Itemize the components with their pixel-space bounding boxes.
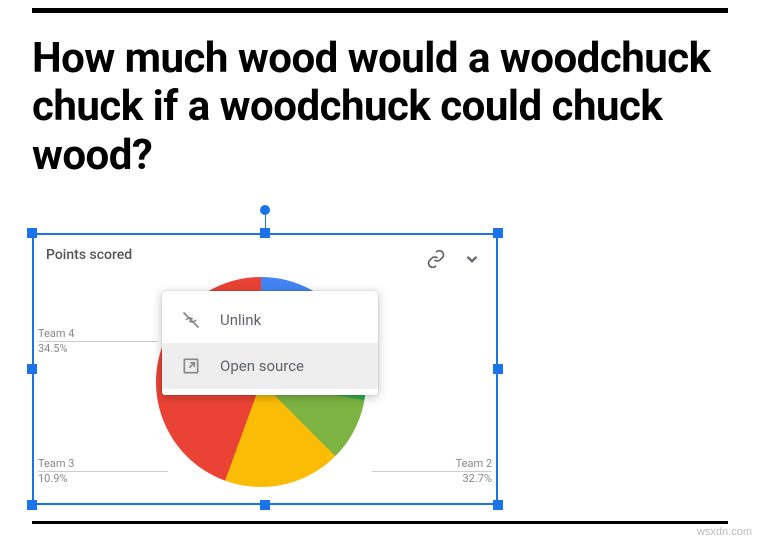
chart-body: Points scored Team 4 34.5% Team 3 — [36, 237, 494, 501]
pie-label-team2-pct: 32.7% — [462, 472, 492, 485]
watermark: wsxdn.com — [697, 526, 752, 538]
pie-label-team2: Team 2 32.7% — [372, 457, 492, 487]
pie-label-team4-name: Team 4 — [38, 327, 74, 340]
pie-label-team3-pct: 10.9% — [38, 472, 68, 485]
resize-handle-bl[interactable] — [27, 500, 37, 510]
pie-label-team3-name: Team 3 — [38, 457, 74, 470]
resize-handle-br[interactable] — [493, 500, 503, 510]
resize-handle-tl[interactable] — [27, 228, 37, 238]
menu-item-unlink-label: Unlink — [220, 311, 261, 329]
chart-options-menu: Unlink Open source — [162, 291, 378, 395]
resize-handle-b[interactable] — [260, 500, 270, 510]
menu-item-unlink[interactable]: Unlink — [162, 297, 378, 343]
horizontal-rule-top — [32, 8, 728, 13]
resize-handle-t[interactable] — [260, 228, 270, 238]
embedded-chart[interactable]: Points scored Team 4 34.5% Team 3 — [32, 233, 498, 505]
chart-title: Points scored — [46, 247, 132, 263]
rotate-handle-stem — [265, 215, 266, 229]
chevron-down-icon[interactable] — [458, 245, 486, 273]
pie-label-team2-name: Team 2 — [456, 457, 492, 470]
open-external-icon — [180, 355, 202, 377]
resize-handle-r[interactable] — [493, 364, 503, 374]
rotate-handle[interactable] — [260, 205, 270, 215]
menu-item-open-source[interactable]: Open source — [162, 343, 378, 389]
menu-item-open-source-label: Open source — [220, 357, 304, 375]
unlink-icon — [180, 309, 202, 331]
resize-handle-l[interactable] — [27, 364, 37, 374]
resize-handle-tr[interactable] — [493, 228, 503, 238]
pie-label-team4-pct: 34.5% — [38, 342, 68, 355]
link-icon[interactable] — [422, 245, 450, 273]
pie-label-team4: Team 4 34.5% — [38, 327, 158, 357]
horizontal-rule-bottom — [32, 521, 728, 524]
pie-label-team3: Team 3 10.9% — [38, 457, 168, 487]
chart-toolbar — [422, 245, 486, 273]
page-title[interactable]: How much wood would a woodchuck chuck if… — [32, 35, 728, 180]
